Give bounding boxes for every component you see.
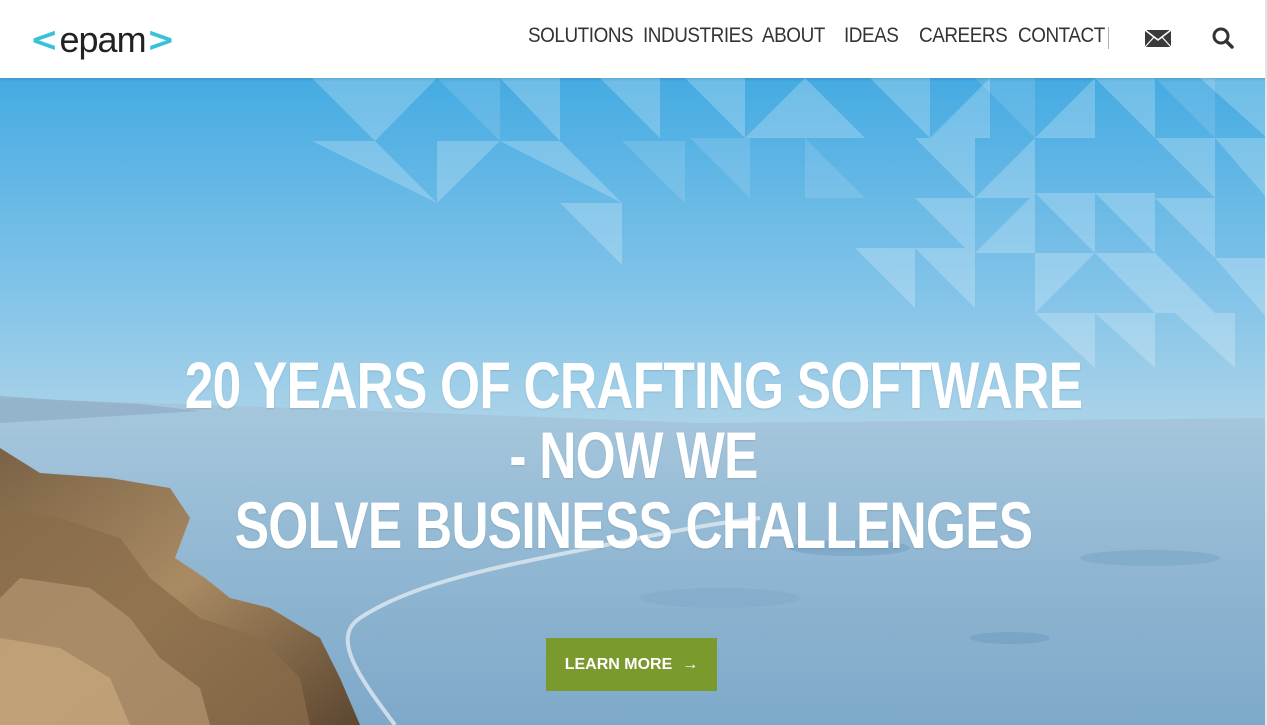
hero-headline-line2: SOLVE BUSINESS CHALLENGES [234, 488, 1033, 562]
nav-item-ideas[interactable]: IDEAS [844, 24, 899, 52]
nav-item-solutions[interactable]: SOLUTIONS [528, 24, 634, 52]
hero-banner: 20 YEARS OF CRAFTING SOFTWARE - NOW WE S… [0, 78, 1267, 725]
nav-item-about[interactable]: ABOUT [762, 24, 825, 52]
arrow-right-icon: → [682, 655, 699, 673]
logo-open-bracket: < [30, 20, 59, 60]
nav-item-contact[interactable]: CONTACT [1018, 24, 1105, 52]
site-header: < epam > SOLUTIONS INDUSTRIES ABOUT IDEA… [0, 0, 1267, 78]
search-icon[interactable] [1209, 24, 1239, 52]
hero-headline-line1: 20 YEARS OF CRAFTING SOFTWARE - NOW WE [184, 348, 1083, 492]
epam-logo[interactable]: < epam > [30, 18, 175, 62]
logo-wordmark: epam [59, 19, 147, 60]
hero-headline: 20 YEARS OF CRAFTING SOFTWARE - NOW WE S… [171, 350, 1097, 560]
nav-item-industries[interactable]: INDUSTRIES [643, 24, 753, 52]
mail-icon[interactable] [1143, 24, 1173, 52]
nav-item-careers[interactable]: CAREERS [919, 24, 1008, 52]
nav-divider [1108, 27, 1109, 49]
logo-close-bracket: > [146, 20, 176, 60]
learn-more-button[interactable]: LEARN MORE → [546, 638, 717, 691]
learn-more-label: LEARN MORE [564, 655, 673, 673]
